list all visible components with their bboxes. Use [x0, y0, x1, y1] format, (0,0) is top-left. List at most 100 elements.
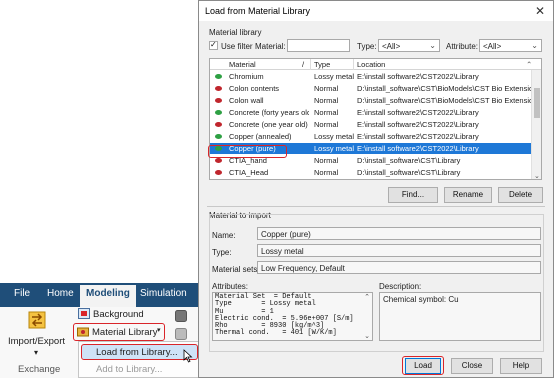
type-label: Type:: [212, 248, 232, 257]
cell-type: Lossy metal: [314, 72, 354, 81]
load-button[interactable]: Load: [405, 358, 441, 374]
cell-type: Normal: [314, 156, 339, 165]
chevron-down-icon: ▾: [157, 327, 161, 334]
tool-icon: [175, 310, 187, 322]
material-filter-input[interactable]: [287, 39, 350, 52]
material-color-icon: [215, 170, 222, 175]
background-icon: [78, 308, 90, 319]
tab-modeling[interactable]: Modeling: [80, 285, 136, 307]
cell-material: Copper (annealed): [229, 132, 292, 141]
material-filter-label: Material:: [255, 42, 286, 51]
chevron-up-icon[interactable]: ⌃: [364, 293, 370, 301]
chevron-up-icon[interactable]: ⌃: [526, 60, 532, 69]
material-color-icon: [215, 74, 222, 79]
ribbon-tab-bar: File Home Modeling Simulation: [0, 283, 205, 307]
material-color-icon: [215, 134, 222, 139]
table-row[interactable]: Colon wall Normal D:\install_software\CST\…: [210, 95, 532, 106]
table-row[interactable]: Concrete (forty years old) Normal E:\insta…: [210, 107, 532, 118]
scrollbar-thumb[interactable]: [534, 88, 540, 118]
cell-location: E:\install software2\CST2022\Library: [357, 108, 479, 117]
attribute-filter-label: Attribute:: [446, 42, 479, 51]
cell-type: Lossy metal: [314, 132, 354, 141]
column-header-material[interactable]: Material: [229, 60, 256, 69]
cell-material: Concrete (forty years old): [229, 108, 309, 117]
import-export-icon: [28, 311, 46, 329]
dialog-title: Load from Material Library: [205, 6, 311, 16]
material-library-icon: [77, 327, 89, 337]
name-label: Name:: [212, 231, 236, 240]
table-scrollbar[interactable]: ⌄: [531, 70, 541, 179]
description-textarea[interactable]: Chemical symbol: Cu: [379, 292, 541, 341]
type-filter-label: Type:: [357, 42, 377, 51]
column-header-type[interactable]: Type: [314, 60, 330, 69]
divider: [207, 206, 545, 207]
tab-home[interactable]: Home: [47, 288, 74, 299]
material-color-icon: [215, 110, 222, 115]
cell-location: D:\install_software\CST\Library: [357, 156, 461, 165]
cell-material: Colon wall: [229, 96, 264, 105]
cell-location: E:\install software2\CST2022\Library: [357, 120, 479, 129]
table-header: Material / Type Location ⌃: [210, 59, 541, 70]
description-label: Description:: [379, 282, 422, 291]
attribute-filter-select[interactable]: <All> ⌄: [479, 39, 542, 52]
sort-indicator: /: [302, 60, 305, 69]
dialog-titlebar: Load from Material Library ✕: [199, 1, 553, 21]
close-icon[interactable]: ✕: [535, 4, 545, 18]
cell-location: E:\install software2\CST2022\Library: [357, 72, 479, 81]
import-export-button[interactable]: Import/Export: [8, 336, 65, 347]
column-divider: [310, 59, 311, 70]
column-header-location[interactable]: Location: [357, 60, 385, 69]
material-color-icon: [215, 98, 222, 103]
cell-location: E:\install software2\CST2022\Library: [357, 144, 479, 153]
cell-type: Lossy metal: [314, 144, 354, 153]
cell-type: Normal: [314, 168, 339, 177]
cell-location: D:\install_software\CST\BioModels\CST Bi…: [357, 84, 532, 93]
chevron-down-icon[interactable]: ⌄: [534, 172, 540, 179]
material-color-icon: [215, 158, 222, 163]
cell-type: Normal: [314, 120, 339, 129]
table-row[interactable]: Copper (annealed) Lossy metal E:\install s…: [210, 131, 532, 142]
cell-type: Normal: [314, 108, 339, 117]
tool-icon: [175, 328, 187, 340]
cell-material: Chromium: [229, 72, 264, 81]
material-table: Material / Type Location ⌃ Chromium Lossy…: [209, 58, 542, 180]
attributes-text: Material Set = Default Type = Lossy meta…: [215, 293, 354, 338]
find-button[interactable]: Find...: [388, 187, 438, 203]
table-row[interactable]: Colon contents Normal D:\install_software\…: [210, 83, 532, 94]
menu-item-load-from-library[interactable]: Load from Library...: [96, 347, 178, 358]
table-row[interactable]: Concrete (one year old) Normal E:\install …: [210, 119, 532, 130]
help-button[interactable]: Help: [500, 358, 542, 374]
cell-type: Normal: [314, 96, 339, 105]
type-filter-select[interactable]: <All> ⌄: [378, 39, 440, 52]
material-library-group-label: Material library: [209, 28, 262, 37]
mouse-cursor-icon: [183, 349, 193, 363]
cell-location: D:\install_software\CST\BioModels\CST Bi…: [357, 96, 532, 105]
background-button[interactable]: Background: [93, 309, 144, 320]
menu-item-add-to-library[interactable]: Add to Library...: [96, 364, 162, 375]
chevron-down-icon[interactable]: ⌄: [364, 332, 370, 340]
chevron-down-icon: ⌄: [531, 41, 538, 50]
rename-button[interactable]: Rename: [444, 187, 492, 203]
table-row[interactable]: CTIA_Head Normal D:\install_software\CST\L…: [210, 167, 532, 178]
table-row[interactable]: Chromium Lossy metal E:\install software2\…: [210, 71, 532, 82]
cell-type: Normal: [314, 84, 339, 93]
tab-simulation[interactable]: Simulation: [140, 288, 187, 299]
type-field: Lossy metal: [257, 244, 541, 257]
name-field: Copper (pure): [257, 227, 541, 240]
cell-material: Colon contents: [229, 84, 280, 93]
use-filter-checkbox[interactable]: ✓: [209, 40, 218, 50]
attributes-textarea[interactable]: Material Set = Default Type = Lossy meta…: [212, 292, 373, 341]
chevron-down-icon: ▾: [34, 348, 39, 357]
tab-file[interactable]: File: [14, 288, 30, 299]
cell-location: D:\install_software\CST\Library: [357, 168, 461, 177]
cell-material: CTIA_Head: [229, 168, 269, 177]
attributes-label: Attributes:: [212, 282, 249, 291]
use-filter-label: Use filter: [221, 42, 253, 51]
delete-button[interactable]: Delete: [498, 187, 543, 203]
material-library-button[interactable]: Material Library: [92, 327, 157, 338]
close-button[interactable]: Close: [451, 358, 493, 374]
material-sets-field: Low Frequency, Default: [257, 261, 541, 274]
material-sets-label: Material sets:: [212, 265, 260, 274]
load-material-dialog: Load from Material Library ✕ Material li…: [198, 0, 554, 378]
selected-row-highlight: [208, 145, 287, 158]
